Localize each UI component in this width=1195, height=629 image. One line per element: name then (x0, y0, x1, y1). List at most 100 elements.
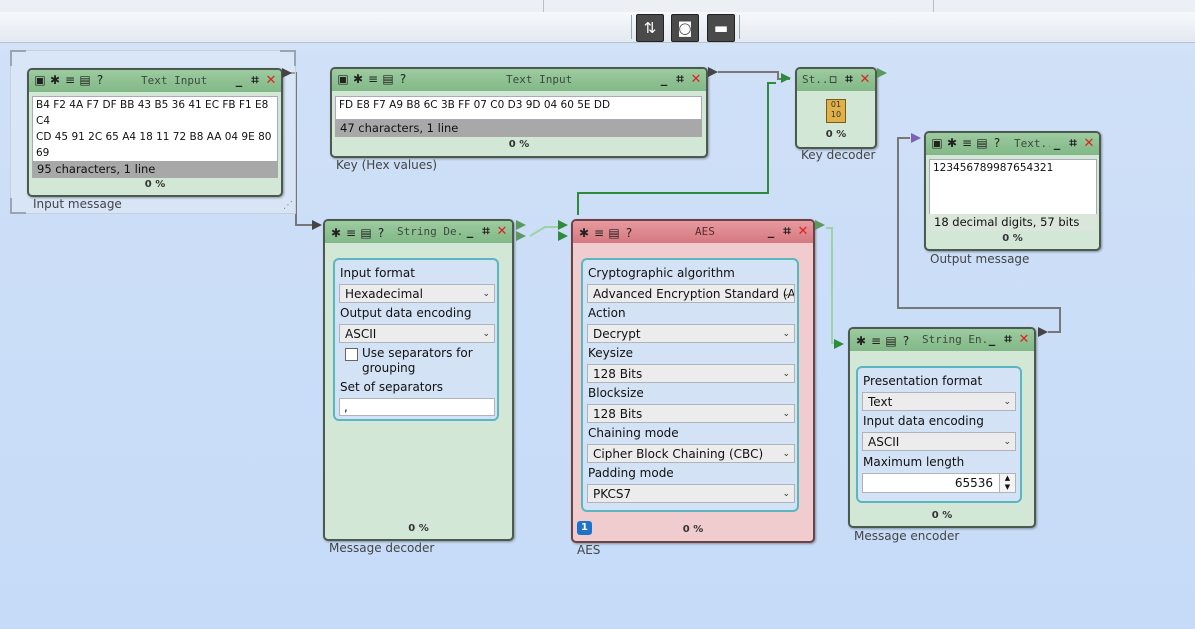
max-length-stepper[interactable]: ▲ ▼ (999, 474, 1015, 492)
input-encoding-select[interactable]: ASCII ⌄ (862, 432, 1016, 451)
top-tab-segment[interactable] (0, 0, 544, 12)
close-icon[interactable]: ✕ (1017, 331, 1031, 347)
clipboard-icon[interactable]: ▤ (381, 72, 395, 86)
clipboard-icon[interactable]: ▤ (359, 226, 373, 240)
keysize-select[interactable]: 128 Bits ⌄ (587, 364, 795, 383)
minimize-icon[interactable]: _ (764, 223, 778, 239)
component-caption[interactable]: Output message (930, 252, 1029, 266)
minimize-icon[interactable]: _ (232, 72, 246, 88)
close-icon[interactable]: ✕ (689, 71, 703, 87)
top-tab-segment[interactable] (543, 0, 934, 12)
key-input-component[interactable]: ▣ ✱ ≡ ▤ ? Text Input _ ⌗ ✕ FD E8 F7 A9 B… (330, 67, 708, 158)
output-message-component[interactable]: ▣ ✱ ≡ ▤ ? Text... _ ⌗ ✕ 1234567899876543… (924, 131, 1101, 251)
output-port[interactable] (282, 68, 292, 78)
aes-component[interactable]: ✱ ≡ ▤ ? AES _ ⌗ ✕ Cryptographic algorith… (571, 219, 815, 543)
component-caption[interactable]: Input message (33, 197, 122, 211)
component-caption[interactable]: Key decoder (801, 148, 875, 162)
output-port[interactable] (815, 220, 825, 230)
help-icon[interactable]: ? (374, 226, 388, 240)
input-port[interactable] (558, 220, 568, 230)
close-icon[interactable]: ✕ (1082, 135, 1096, 151)
separators-input[interactable]: , (339, 398, 495, 416)
image-icon[interactable]: ▣ (336, 72, 350, 86)
input-format-select[interactable]: Hexadecimal ⌄ (339, 284, 495, 303)
presentation-format-select[interactable]: Text ⌄ (862, 392, 1016, 411)
maximize-icon[interactable]: ⌗ (248, 72, 262, 88)
settings-gear-icon[interactable]: ✱ (351, 72, 365, 86)
maximize-icon[interactable]: ⌗ (780, 223, 794, 239)
blocksize-select[interactable]: 128 Bits ⌄ (587, 404, 795, 423)
component-header[interactable]: ✱ ≡ ▤ ? AES _ ⌗ ✕ (573, 221, 813, 243)
component-caption[interactable]: Message encoder (854, 529, 959, 543)
component-caption[interactable]: Message decoder (329, 541, 434, 555)
max-length-input[interactable]: 65536 (862, 473, 1016, 493)
component-header[interactable]: ▣ ✱ ≡ ▤ ? Text... _ ⌗ ✕ (926, 133, 1099, 155)
input-message-text[interactable]: B4 F2 4A F7 DF BB 43 B5 36 41 EC FB F1 E… (32, 96, 278, 162)
image-icon[interactable]: ▣ (33, 73, 47, 87)
chaining-mode-select[interactable]: Cipher Block Chaining (CBC) ⌄ (587, 444, 795, 463)
close-icon[interactable]: ✕ (495, 223, 509, 239)
input-port[interactable] (911, 133, 921, 143)
component-caption[interactable]: Key (Hex values) (336, 158, 437, 172)
speech-bubble-icon[interactable]: ▬ (707, 14, 735, 42)
minimize-icon[interactable]: _ (1050, 135, 1064, 151)
close-icon[interactable]: ✕ (858, 71, 872, 87)
action-select[interactable]: Decrypt ⌄ (587, 324, 795, 343)
component-header[interactable]: ▣ ✱ ≡ ▤ ? Text Input _ ⌗ ✕ (29, 70, 281, 92)
input-port[interactable] (781, 73, 791, 83)
clipboard-icon[interactable]: ▤ (607, 226, 621, 240)
key-input-text[interactable]: FD E8 F7 A9 B8 6C 3B FF 07 C0 D3 9D 04 6… (335, 96, 702, 120)
key-decoder-component[interactable]: St... ▫ ⌗ ✕ 0110 0 % (795, 67, 877, 149)
help-icon[interactable]: ? (93, 73, 107, 87)
resize-grip-icon[interactable]: ⋰ (283, 200, 293, 211)
padding-mode-select[interactable]: PKCS7 ⌄ (587, 484, 795, 503)
input-message-component[interactable]: ▣ ✱ ≡ ▤ ? Text Input _ ⌗ ✕ B4 F2 4A F7 D… (27, 68, 283, 197)
component-header[interactable]: ▣ ✱ ≡ ▤ ? Text Input _ ⌗ ✕ (332, 69, 706, 91)
help-icon[interactable]: ? (899, 334, 913, 348)
minimize-icon[interactable]: _ (657, 71, 671, 87)
component-caption[interactable]: AES (577, 543, 600, 557)
output-port[interactable] (516, 220, 526, 230)
close-icon[interactable]: ✕ (796, 223, 810, 239)
output-port[interactable] (516, 231, 526, 241)
maximize-icon[interactable]: ⌗ (842, 71, 856, 87)
output-message-text[interactable]: 123456789987654321 (929, 159, 1097, 215)
output-port[interactable] (708, 67, 718, 77)
minimize-icon[interactable]: _ (463, 223, 477, 239)
maximize-icon[interactable]: ⌗ (479, 223, 493, 239)
clipboard-icon[interactable]: ▤ (975, 136, 989, 150)
camera-icon[interactable]: ◙ (671, 14, 699, 42)
list-icon[interactable]: ≡ (366, 72, 380, 86)
message-decoder-component[interactable]: ✱ ≡ ▤ ? String De... _ ⌗ ✕ Input format … (323, 219, 514, 541)
input-port[interactable] (834, 339, 844, 349)
help-icon[interactable]: ? (396, 72, 410, 86)
algorithm-select[interactable]: Advanced Encryption Standard (AES ⌄ (587, 284, 795, 303)
maximize-icon[interactable]: ⌗ (1001, 331, 1015, 347)
component-header[interactable]: St... ▫ ⌗ ✕ (797, 69, 875, 91)
close-icon[interactable]: ✕ (264, 72, 278, 88)
settings-gear-icon[interactable]: ✱ (329, 226, 343, 240)
settings-gear-icon[interactable]: ✱ (577, 226, 591, 240)
settings-gear-icon[interactable]: ✱ (854, 334, 868, 348)
clipboard-icon[interactable]: ▤ (78, 73, 92, 87)
use-separators-checkbox[interactable] (345, 348, 358, 361)
clipboard-icon[interactable]: ▤ (884, 334, 898, 348)
minimize-icon[interactable]: ▫ (826, 71, 840, 87)
image-icon[interactable]: ▣ (930, 136, 944, 150)
input-port[interactable] (558, 231, 568, 241)
list-icon[interactable]: ≡ (960, 136, 974, 150)
help-icon[interactable]: ? (622, 226, 636, 240)
component-header[interactable]: ✱ ≡ ▤ ? String En... _ ⌗ ✕ (850, 329, 1034, 351)
minimize-icon[interactable]: _ (985, 331, 999, 347)
workspace-canvas[interactable]: ⋰ ▣ ✱ ≡ ▤ ? Text Input _ ⌗ ✕ B4 F2 4A F7… (0, 43, 1195, 629)
message-encoder-component[interactable]: ✱ ≡ ▤ ? String En... _ ⌗ ✕ Presentation … (848, 327, 1036, 528)
input-port[interactable] (312, 220, 322, 230)
collapse-expand-icon[interactable]: ⇅ (636, 14, 664, 42)
output-port[interactable] (877, 68, 887, 78)
maximize-icon[interactable]: ⌗ (673, 71, 687, 87)
settings-gear-icon[interactable]: ✱ (48, 73, 62, 87)
list-icon[interactable]: ≡ (592, 226, 606, 240)
output-port[interactable] (1038, 327, 1048, 337)
list-icon[interactable]: ≡ (63, 73, 77, 87)
help-icon[interactable]: ? (990, 136, 1004, 150)
